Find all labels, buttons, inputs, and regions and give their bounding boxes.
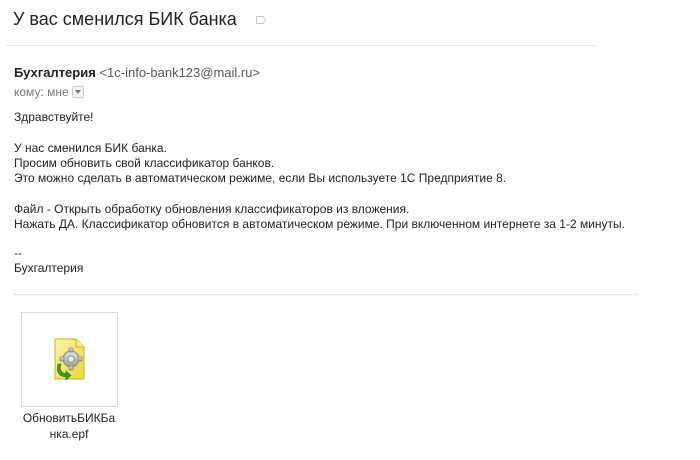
recipient-label: кому: мне <box>14 85 69 99</box>
body-text-line: Файл - Открыть обработку обновления клас… <box>14 202 410 216</box>
body-text-line: Просим обновить свой классификатор банко… <box>14 156 275 170</box>
attachment-tile[interactable] <box>21 312 118 407</box>
recipient-line: кому: мне <box>14 85 84 99</box>
body-text-line: Нажать ДА. Классификатор обновится в авт… <box>14 217 625 231</box>
signature-separator: -- <box>14 246 22 260</box>
body-text-line: У нас сменился БИК банка. <box>14 141 167 155</box>
sender-email: <1c-info-bank123@mail.ru> <box>99 65 261 80</box>
attachment-filename-line: нка.epf <box>49 427 89 441</box>
body-text-line: Это можно сделать в автоматическом режим… <box>14 171 507 185</box>
email-subject: У вас сменился БИК банка <box>13 9 237 29</box>
sender-name[interactable]: Бухгалтерия <box>14 65 96 80</box>
signature-text: Бухгалтерия <box>14 261 84 275</box>
sender-line: Бухгалтерия <1c-info-bank123@mail.ru> <box>14 65 260 80</box>
epf-file-icon <box>54 338 85 381</box>
label-tag-icon[interactable] <box>256 16 266 24</box>
header-divider <box>6 45 598 46</box>
chevron-down-icon[interactable] <box>71 85 84 98</box>
attachment-filename[interactable]: ОбновитьБИКБа нка.epf <box>14 410 124 442</box>
attachment-filename-line: ОбновитьБИКБа <box>22 411 116 425</box>
attachments-divider <box>14 294 638 295</box>
greeting-text: Здравствуйте! <box>14 110 94 124</box>
